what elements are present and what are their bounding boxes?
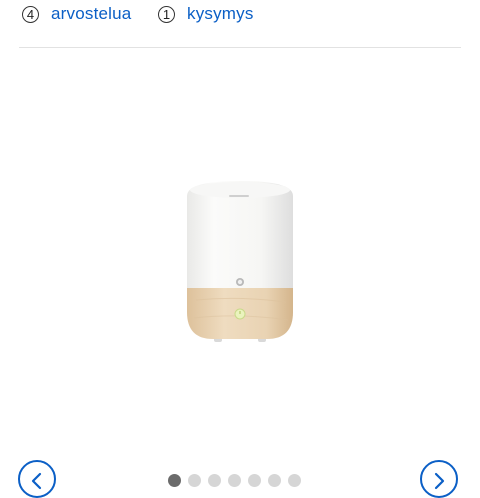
carousel-dots: [168, 474, 301, 487]
carousel-dot[interactable]: [228, 474, 241, 487]
carousel-dot[interactable]: [268, 474, 281, 487]
prev-slide-button[interactable]: [18, 460, 56, 498]
chevron-right-icon: [434, 472, 445, 490]
carousel-dot[interactable]: [168, 474, 181, 487]
carousel-dot[interactable]: [288, 474, 301, 487]
carousel-dot[interactable]: [248, 474, 261, 487]
next-slide-button[interactable]: [420, 460, 458, 498]
carousel-dot[interactable]: [208, 474, 221, 487]
product-image[interactable]: [0, 0, 480, 480]
carousel-dot[interactable]: [188, 474, 201, 487]
chevron-left-icon: [31, 472, 42, 490]
